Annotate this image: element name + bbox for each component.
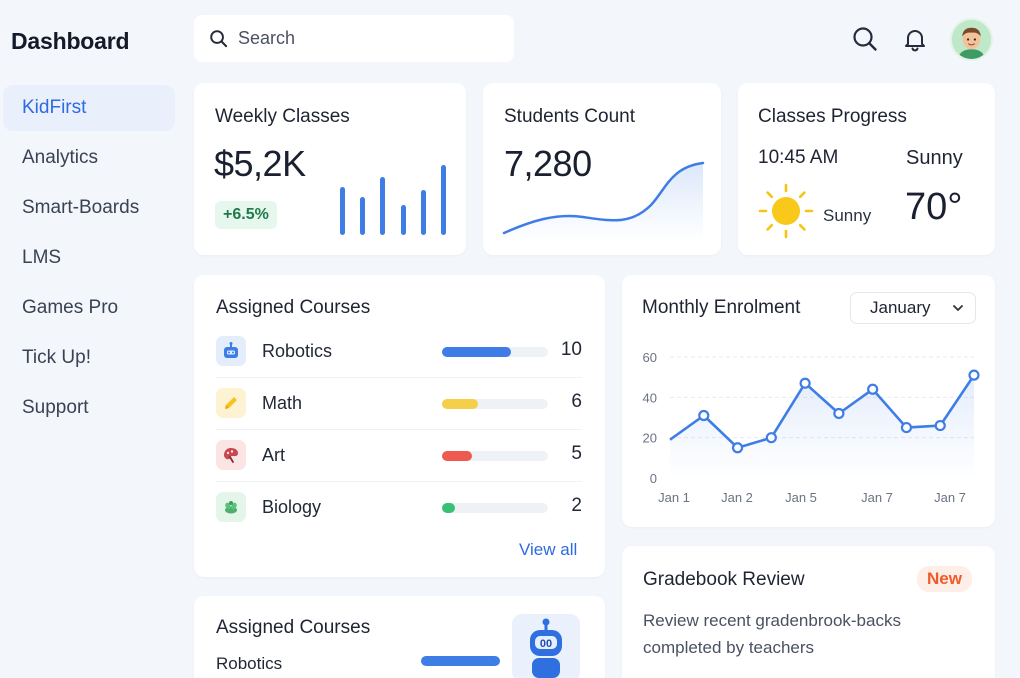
weekly-classes-value: $5,2K [214,143,306,184]
change-badge: +6.5% [215,201,277,229]
temperature: 70° [905,186,963,228]
assigned-courses-card-2: Assigned Courses Robotics 00 [194,596,605,678]
weekly-bar [340,187,345,235]
course-count: 5 [571,443,582,464]
x-tick-label: Jan 7 [934,490,966,505]
progress-fill [442,451,472,461]
gradebook-description: Review recent gradenbrook-backs complete… [643,611,901,657]
robot-icon [216,336,246,366]
monthly-enrolment-card: Monthly Enrolment January 0 20 40 60 Jan 1 Ja… [622,275,995,527]
avatar[interactable] [950,18,993,61]
app-title: Dashboard [11,28,130,54]
course-name: Robotics [216,654,283,673]
weather-condition: Sunny [906,147,963,169]
weekly-bar [380,177,386,235]
data-point [968,369,980,381]
data-point [934,419,946,432]
weather-label: Sunny [823,206,872,225]
weekly-classes-card: Weekly Classes $5,2K +6.5% [194,83,466,255]
sun-icon [758,183,814,239]
progress-track [442,347,548,357]
user-avatar-icon [952,20,991,59]
weekly-bars-chart [340,163,446,235]
progress-track [442,399,548,409]
weekly-bar [400,205,406,235]
course-name: Math [262,393,303,413]
current-time: 10:45 AM [758,147,839,168]
data-point [900,421,913,434]
classes-progress-card: Classes Progress 10:45 AM Sunny Sunny 70… [738,83,995,255]
weekly-classes-title: Weekly Classes [215,106,350,127]
course-name: Biology [262,497,322,517]
weekly-bar [420,190,426,235]
search-icon[interactable] [852,26,878,52]
y-tick-label: 60 [643,350,657,365]
progress-fill [442,347,511,357]
progress-fill [421,656,500,666]
course-row-art[interactable]: Art 5 [216,430,582,482]
search-bar [194,15,514,62]
x-tick-label: Jan 7 [861,490,893,505]
assigned-courses-title: Assigned Courses [216,297,371,318]
data-point [799,377,811,389]
course-count: 2 [571,495,582,516]
gradebook-review-card: Gradebook Review New Review recent grade… [622,546,995,678]
data-point [867,383,879,395]
course-count: 10 [560,339,582,360]
x-tick-label: Jan 2 [721,490,753,505]
students-count-card: Students Count 7,280 [483,83,721,255]
sidebar-item-smart-boards[interactable]: Smart-Boards [3,185,175,235]
weekly-bar [360,197,366,235]
sidebar-item-support[interactable]: Support [3,385,175,435]
assigned-courses-card: Assigned Courses Robotics 10 Math 6 Art … [194,275,605,577]
sidebar-item-games-pro[interactable]: Games Pro [3,285,175,335]
students-sparkline [502,161,705,241]
new-badge: New [917,566,972,592]
data-point [833,407,845,420]
progress-fill [442,503,455,513]
search-input[interactable] [238,28,478,49]
gradebook-title: Gradebook Review [643,569,805,590]
robot-icon: 00 [530,618,562,678]
leaf-icon [216,492,246,522]
bell-icon[interactable] [903,27,927,52]
pencil-icon [216,388,246,418]
data-point [698,409,710,422]
progress-track [442,503,548,513]
course-row-math[interactable]: Math 6 [216,378,582,430]
robot-illustration: 00 [512,614,580,678]
svg-text:00: 00 [540,638,552,650]
x-tick-label: Jan 1 [658,490,690,505]
progress-fill [442,399,479,409]
enrolment-line-chart: 0 20 40 60 Jan 1 Jan 2 Jan 5 Jan 7 Jan 7 [643,350,980,505]
course-name: Art [262,445,286,465]
course-name: Robotics [262,341,333,361]
y-tick-label: 40 [643,390,657,405]
y-tick-label: 20 [643,431,657,446]
course-count: 6 [571,391,582,412]
sidebar-nav: KidFirst Analytics Smart-Boards LMS Game… [3,85,175,435]
y-tick-label: 0 [650,471,657,486]
sidebar-item-tick-up[interactable]: Tick Up! [3,335,175,385]
sidebar-item-analytics[interactable]: Analytics [3,135,175,185]
course-row-biology[interactable]: Biology 2 [216,482,582,534]
progress-track [442,451,548,461]
view-all-link[interactable]: View all [519,540,577,560]
search-icon [210,30,228,48]
sidebar-item-lms[interactable]: LMS [3,235,175,285]
assigned-courses-title: Assigned Courses [216,617,371,638]
data-point [731,442,744,454]
x-tick-label: Jan 5 [785,490,817,505]
students-count-title: Students Count [504,106,635,127]
data-point [765,432,777,444]
course-row-robotics[interactable]: Robotics 10 [216,326,582,378]
classes-progress-title: Classes Progress [758,106,907,127]
weekly-bar [440,165,446,235]
sidebar-item-kidfirst[interactable]: KidFirst [3,85,175,131]
palette-icon [216,440,246,470]
